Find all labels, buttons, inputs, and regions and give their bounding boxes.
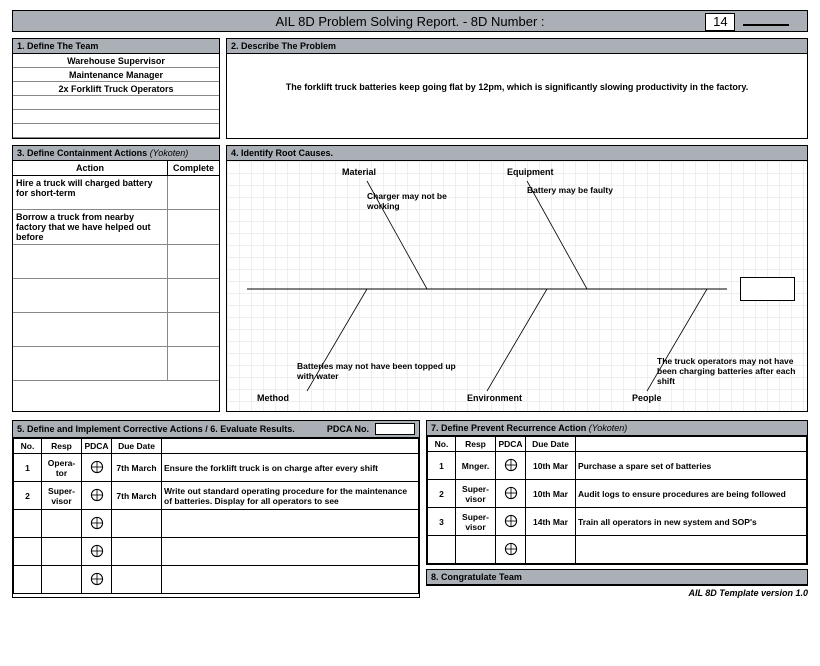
team-member: Maintenance Manager [13, 68, 219, 82]
pdca-icon [90, 544, 104, 558]
section-heading: 4. Identify Root Causes. [227, 146, 807, 161]
fish-cat-equipment: Equipment [507, 167, 554, 177]
footer-version: AIL 8D Template version 1.0 [426, 586, 808, 598]
table-row: Borrow a truck from nearby factory that … [13, 210, 219, 245]
team-member [13, 96, 219, 110]
fish-note-method: Batteries may not have been topped up wi… [297, 361, 457, 381]
table-row [13, 279, 219, 313]
pdca-no-label: PDCA No. [327, 424, 373, 434]
pdca-icon [504, 486, 518, 500]
section-heading: 1. Define The Team [13, 39, 219, 54]
col-complete: Complete [168, 161, 220, 176]
pdca-no-field [375, 423, 415, 435]
team-member [13, 124, 219, 138]
section-congratulate: 8. Congratulate Team [426, 569, 808, 586]
table-row: Hire a truck will charged battery for sh… [13, 176, 219, 210]
pdca-icon [90, 488, 104, 502]
fishbone-diagram: Material Equipment Method Environment Pe… [227, 161, 807, 411]
table-row [14, 510, 419, 538]
table-row [13, 245, 219, 279]
table-row [428, 536, 807, 564]
pdca-icon [90, 460, 104, 474]
pdca-icon [504, 542, 518, 556]
section-containment: 3. Define Containment Actions (Yokoten) … [12, 145, 220, 412]
fishbone-head [740, 277, 795, 301]
section-prevent: 7. Define Prevent Recurrence Action (Yok… [426, 420, 808, 565]
section-heading: 5. Define and Implement Corrective Actio… [17, 424, 295, 434]
section-problem: 2. Describe The Problem The forklift tru… [226, 38, 808, 139]
section-heading: 7. Define Prevent Recurrence Action (Yok… [431, 423, 627, 433]
page: AIL 8D Problem Solving Report. - 8D Numb… [0, 0, 820, 608]
section-corrective: 5. Define and Implement Corrective Actio… [12, 420, 420, 598]
fish-cat-material: Material [342, 167, 376, 177]
table-row: 1Mnger.10th MarPurchase a spare set of b… [428, 452, 807, 480]
section-heading: 3. Define Containment Actions (Yokoten) [13, 146, 219, 161]
section-rootcause: 4. Identify Root Causes. Material Equipm… [226, 145, 808, 412]
fish-note-material: Charger may not be working [367, 191, 467, 211]
problem-description: The forklift truck batteries keep going … [227, 54, 807, 120]
report-number: 14 [705, 13, 735, 31]
title-bar: AIL 8D Problem Solving Report. - 8D Numb… [12, 10, 808, 32]
col-action: Action [13, 161, 168, 176]
fish-cat-people: People [632, 393, 662, 403]
section-team: 1. Define The Team Warehouse SupervisorM… [12, 38, 220, 139]
table-row: 1Opera-tor7th MarchEnsure the forklift t… [14, 454, 419, 482]
team-member: Warehouse Supervisor [13, 54, 219, 68]
pdca-icon [504, 514, 518, 528]
fish-note-people: The truck operators may not have been ch… [657, 356, 807, 386]
pdca-icon [90, 572, 104, 586]
table-row: 2Super-visor10th MarAudit logs to ensure… [428, 480, 807, 508]
pdca-icon [90, 516, 104, 530]
title-text: AIL 8D Problem Solving Report. - 8D Numb… [275, 14, 544, 29]
report-number-blank [743, 24, 789, 26]
fish-cat-method: Method [257, 393, 289, 403]
table-row [13, 313, 219, 347]
section-heading: 8. Congratulate Team [427, 570, 807, 585]
table-row [13, 347, 219, 381]
pdca-icon [504, 458, 518, 472]
section-heading: 2. Describe The Problem [227, 39, 807, 54]
team-member: 2x Forklift Truck Operators [13, 82, 219, 96]
table-row [14, 538, 419, 566]
table-row: 2Super-visor7th MarchWrite out standard … [14, 482, 419, 510]
fish-note-equipment: Battery may be faulty [527, 185, 647, 195]
table-row [14, 566, 419, 594]
fish-cat-environment: Environment [467, 393, 522, 403]
team-member [13, 110, 219, 124]
table-row: 3Super-visor14th MarTrain all operators … [428, 508, 807, 536]
